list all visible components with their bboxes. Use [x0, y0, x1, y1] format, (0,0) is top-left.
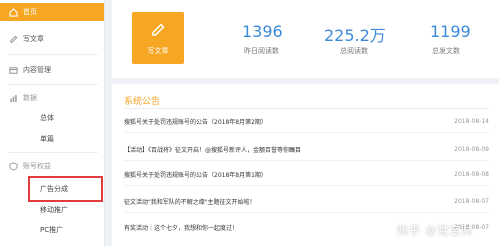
sidebar-divider [8, 84, 98, 85]
sidebar-group-account: 账号权益 [8, 161, 51, 171]
sidebar-divider [8, 152, 98, 153]
sidebar-item-label: 首页 [23, 8, 37, 16]
notice-row-text: 搜狐号关于处罚违规账号的公告（2018年8月第1期） [124, 171, 267, 179]
stat-label-yesterday-reads: 昨日阅读数 [244, 47, 279, 55]
stat-value-yesterday-reads: 1396 [242, 22, 283, 41]
sidebar-group-label: 数据 [23, 94, 37, 102]
write-icon [150, 22, 166, 42]
row-divider [124, 160, 489, 161]
watermark: 知乎 @党宝财 [397, 224, 474, 237]
notice-row[interactable]: 搜狐号关于处罚违规账号的公告（2018年8月第1期） 2018-08-08 [124, 167, 489, 181]
sidebar-item-content-manage[interactable]: 内容管理 [0, 61, 104, 79]
write-article-button[interactable]: 写文章 [132, 12, 184, 64]
chart-icon [8, 93, 18, 103]
sidebar-item-overall[interactable]: 总体 [40, 113, 54, 123]
notice-row-date: 2018-08-09 [454, 145, 489, 153]
notice-row-text: 有奖活动｜这个七夕，我想和你一起度过！ [124, 224, 239, 232]
sidebar-item-write[interactable]: 写文章 [0, 30, 104, 48]
folder-icon [8, 65, 18, 75]
notice-row[interactable]: 搜狐号关于处罚违规账号的公告（2018年8月第2期） 2018-08-14 [124, 114, 489, 128]
row-divider [124, 185, 489, 186]
sidebar-group-label: 账号权益 [23, 162, 51, 170]
notice-row[interactable]: 征文活动"我和军队的不解之缘"主题征文开始啦！ 2018-08-07 [124, 194, 489, 208]
notice-row-date: 2018-08-08 [454, 170, 489, 178]
stat-label-total-reads: 总阅读数 [340, 47, 368, 55]
sidebar-item-label: 写文章 [23, 35, 44, 43]
stat-value-total-reads: 225.2万 [324, 26, 386, 45]
row-divider [124, 212, 489, 213]
notice-row-date: 2018-08-14 [454, 117, 489, 125]
pencil-icon [8, 34, 18, 44]
highlight-box [28, 176, 103, 202]
row-divider [124, 132, 489, 133]
sidebar: 首页 写文章 内容管理 数据 总体 单篇 账号权益 广告分成 移动推广 PC推广 [0, 0, 105, 246]
write-article-label: 写文章 [147, 47, 169, 55]
home-icon [8, 7, 18, 17]
notice-row[interactable]: 【活动】《百战将》征文开启！@搜狐号新评人，金额百誉等你瞩目 2018-08-0… [124, 142, 489, 156]
sidebar-item-label: 内容管理 [23, 66, 51, 74]
stats-card: 写文章 1396 昨日阅读数 225.2万 总阅读数 1199 总发文数 [112, 0, 499, 78]
sidebar-item-home[interactable]: 首页 [0, 3, 104, 21]
shield-icon [8, 161, 18, 171]
notice-row-date: 2018-08-07 [454, 197, 489, 205]
sidebar-item-pc-promo[interactable]: PC推广 [40, 225, 63, 235]
notice-row-text: 征文活动"我和军队的不解之缘"主题征文开始啦！ [124, 198, 256, 206]
sidebar-item-mobile-promo[interactable]: 移动推广 [40, 205, 68, 215]
stat-value-total-posts: 1199 [430, 22, 471, 41]
sidebar-divider [8, 54, 98, 55]
sidebar-group-data: 数据 [8, 93, 37, 103]
notice-row-text: 【活动】《百战将》征文开启！@搜狐号新评人，金额百誉等你瞩目 [124, 146, 302, 154]
notice-title: 系统公告 [124, 97, 161, 107]
notice-row-text: 搜狐号关于处罚违规账号的公告（2018年8月第2期） [124, 118, 267, 126]
sidebar-item-single[interactable]: 单篇 [40, 134, 54, 144]
notice-divider [124, 108, 489, 109]
stat-label-total-posts: 总发文数 [432, 47, 460, 55]
